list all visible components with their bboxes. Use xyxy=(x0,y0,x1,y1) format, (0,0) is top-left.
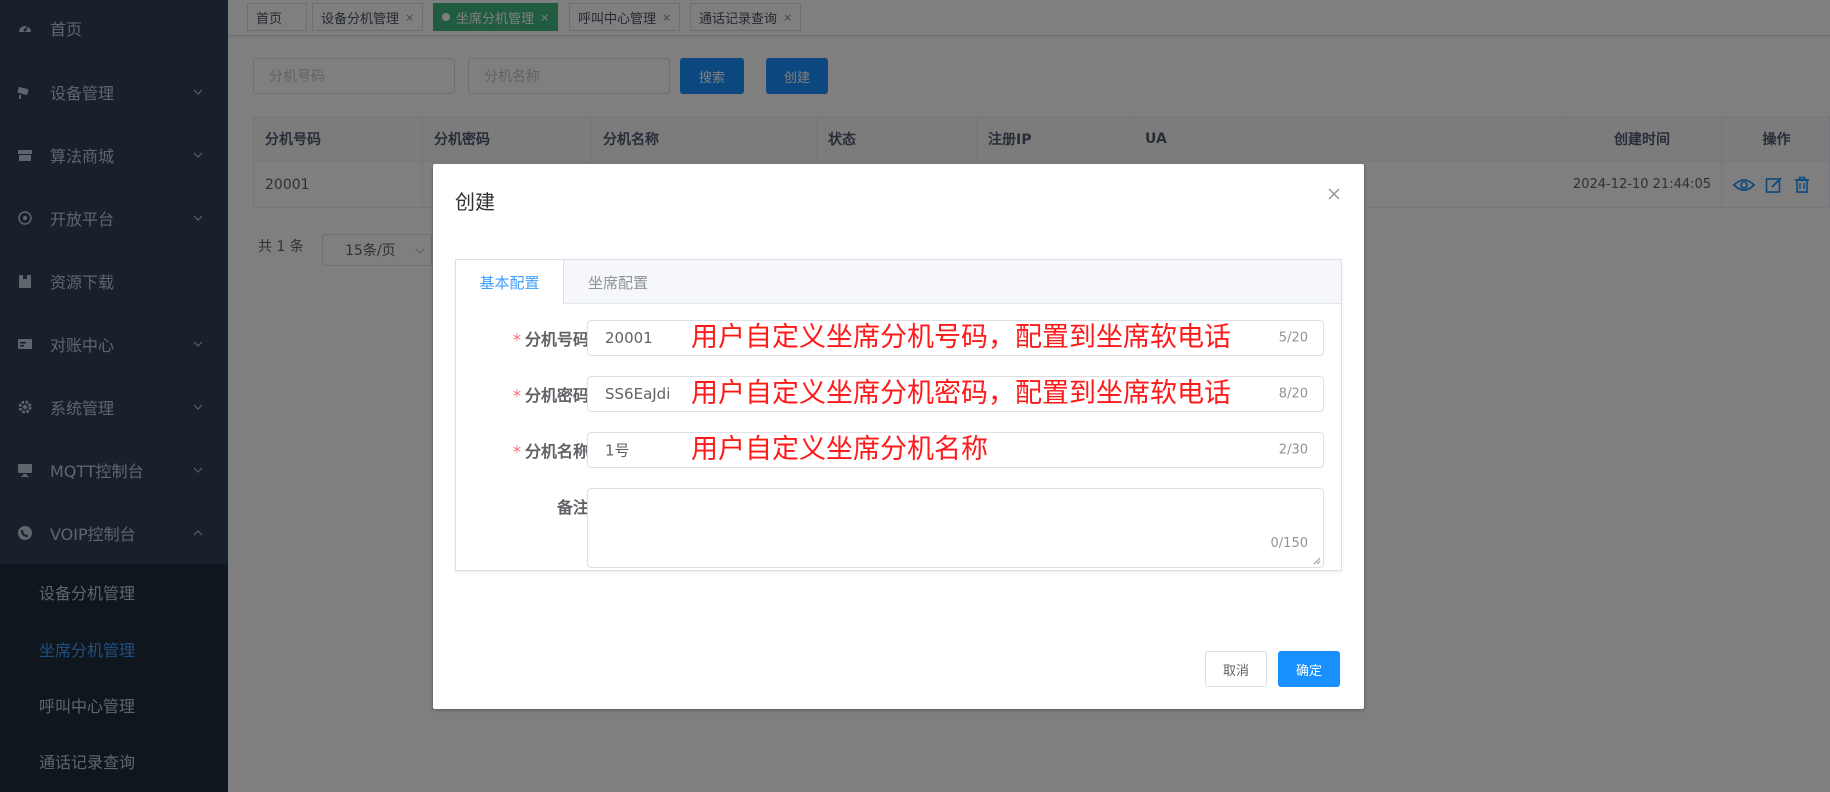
ext-name-label-text: 分机名称 xyxy=(524,442,589,461)
remark-label: 备注 xyxy=(556,498,589,517)
remark-count: 0/150 xyxy=(1270,536,1308,551)
ext-password-count: 8/20 xyxy=(1278,386,1308,402)
tab-seat-config[interactable]: 坐席配置 xyxy=(564,260,672,304)
ext-number-value: 20001 xyxy=(605,329,653,347)
remark-textarea[interactable]: 0/150 xyxy=(587,488,1324,568)
ext-password-label-text: 分机密码 xyxy=(524,386,589,405)
ext-number-count: 5/20 xyxy=(1278,330,1308,346)
tab-basic-config[interactable]: 基本配置 xyxy=(456,260,564,305)
create-dialog: 创建 基本配置 坐席配置 * 分机号码 20001 5/20 用户自定义坐席分机号… xyxy=(433,164,1364,709)
tabs-card: 基本配置 坐席配置 * 分机号码 20001 5/20 用户自定义坐席分机号码，配… xyxy=(455,259,1342,571)
ext-password-label: * 分机密码 xyxy=(512,386,589,405)
close-icon[interactable] xyxy=(1326,186,1342,202)
ext-number-label-text: 分机号码 xyxy=(524,330,589,349)
confirm-button[interactable]: 确定 xyxy=(1278,651,1340,687)
ext-number-annotation: 用户自定义坐席分机号码，配置到坐席软电话 xyxy=(691,322,1231,353)
cancel-button[interactable]: 取消 xyxy=(1205,651,1267,687)
tabs-header: 基本配置 坐席配置 xyxy=(456,260,1341,305)
confirm-button-label: 确定 xyxy=(1295,663,1322,679)
ext-password-value: SS6EaJdi xyxy=(605,385,671,403)
cancel-button-label: 取消 xyxy=(1222,663,1249,679)
ext-name-label: * 分机名称 xyxy=(512,442,589,461)
ext-password-annotation: 用户自定义坐席分机密码，配置到坐席软电话 xyxy=(691,378,1231,409)
resize-handle-icon[interactable] xyxy=(1313,557,1321,565)
dialog-title: 创建 xyxy=(455,190,495,214)
ext-name-annotation: 用户自定义坐席分机名称 xyxy=(691,434,988,465)
ext-name-count: 2/30 xyxy=(1278,442,1308,458)
ext-number-label: * 分机号码 xyxy=(512,330,589,349)
ext-name-value: 1号 xyxy=(605,441,630,460)
